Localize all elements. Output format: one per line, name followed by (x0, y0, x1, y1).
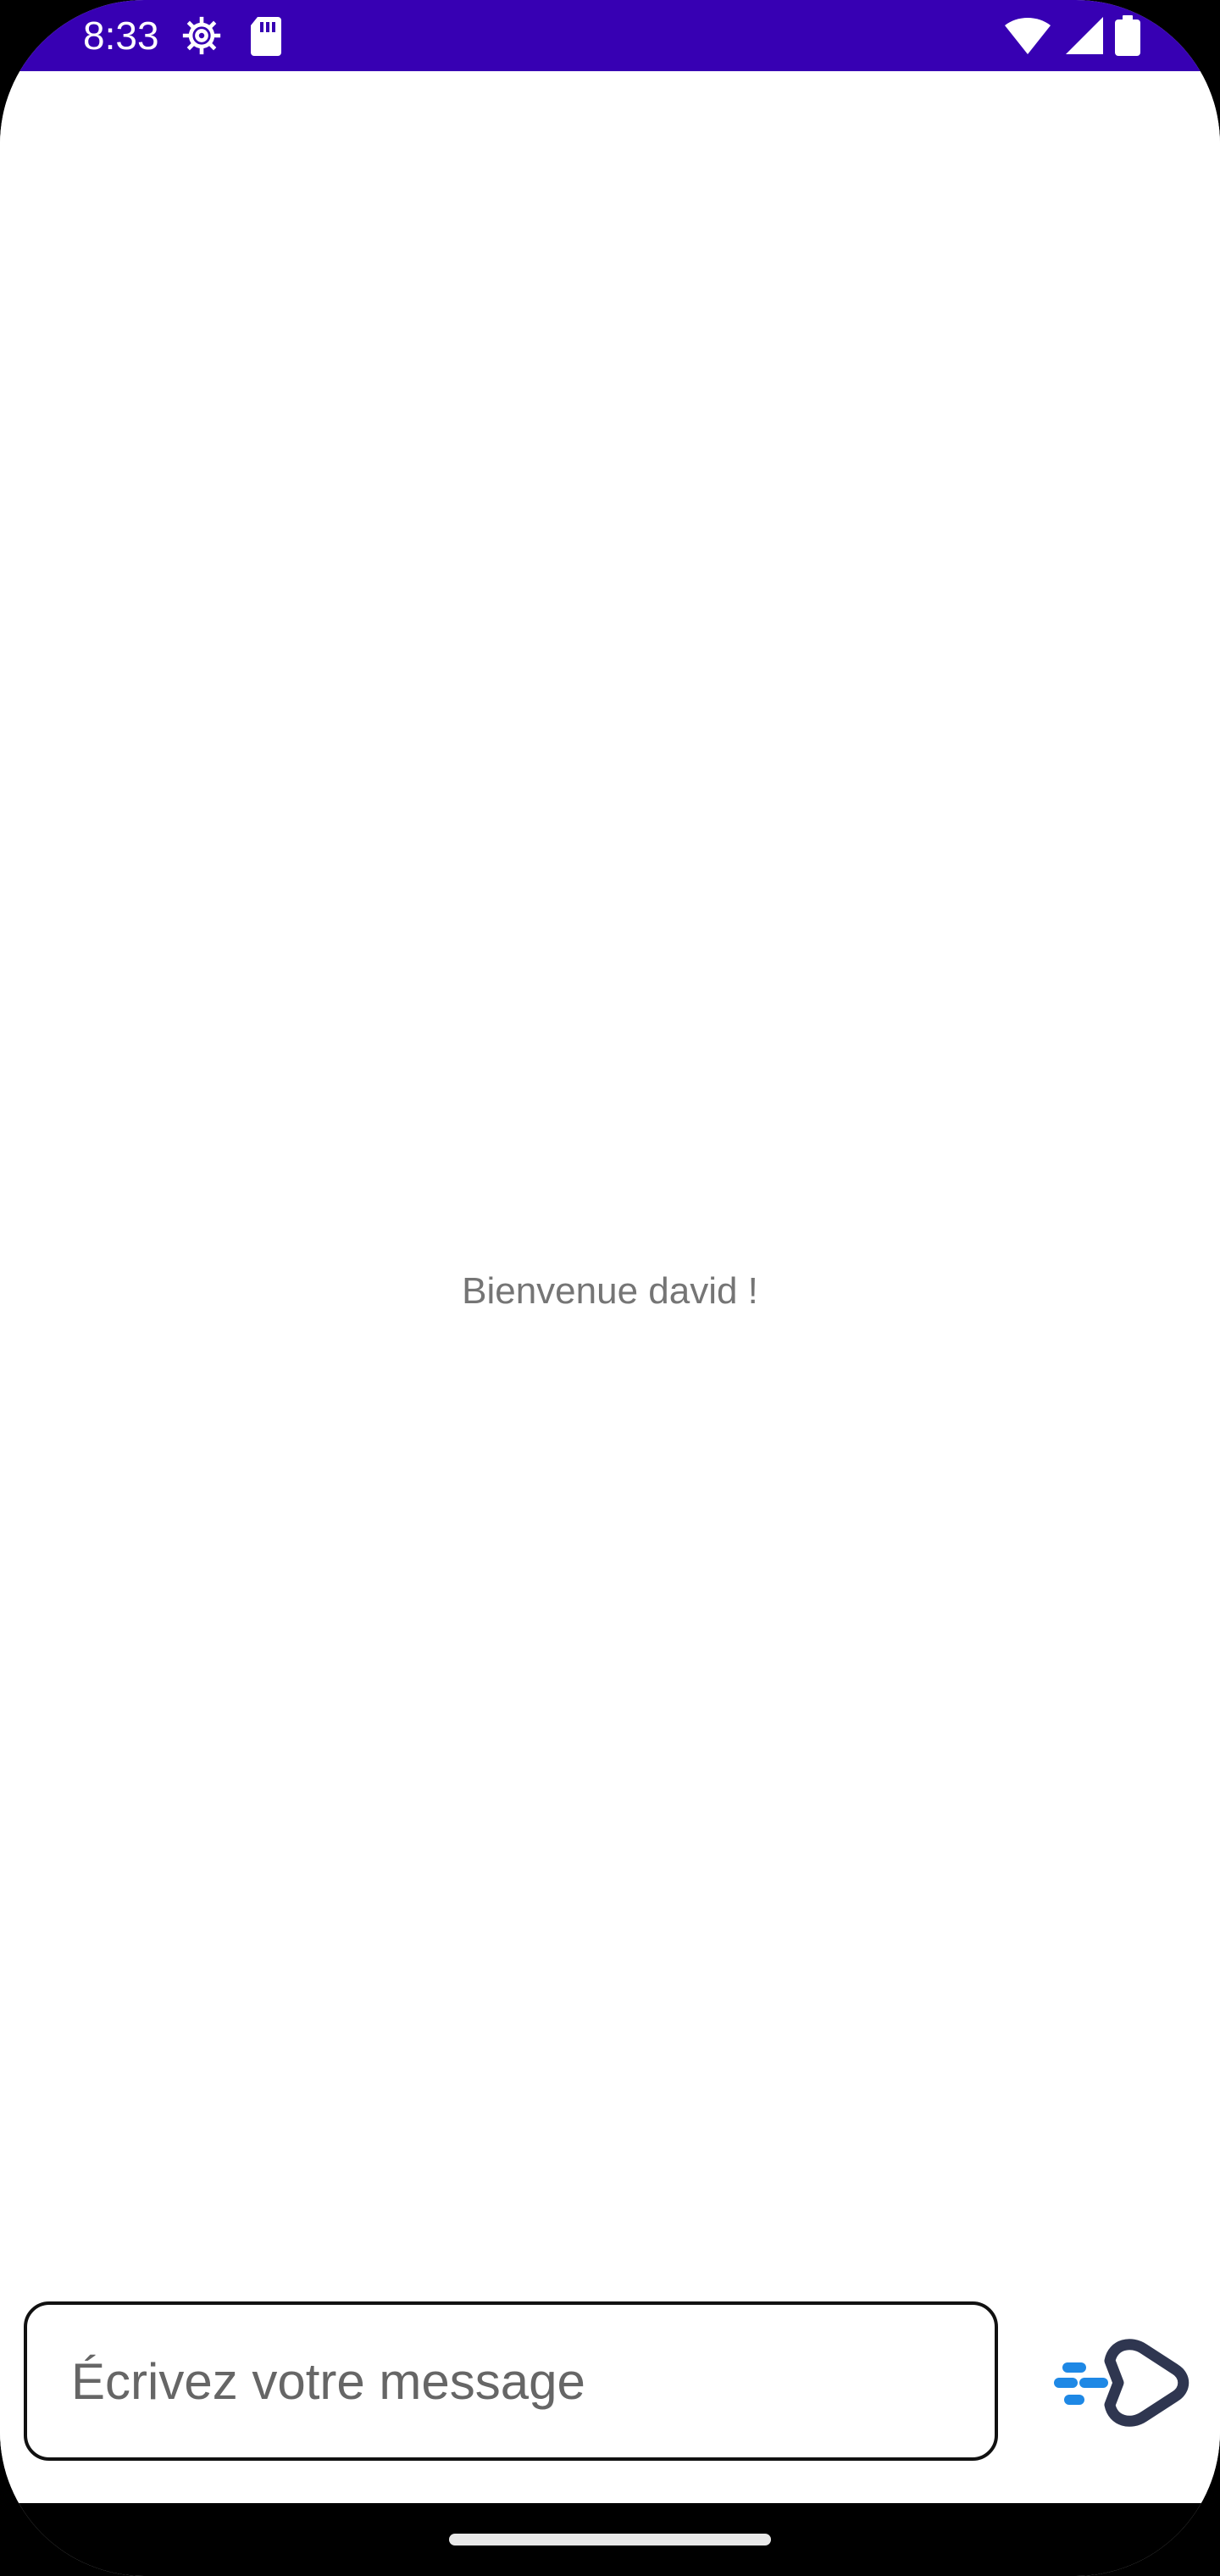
navigation-bar (0, 2503, 1220, 2576)
send-icon[interactable] (1052, 2325, 1196, 2440)
status-time: 8:33 (83, 14, 159, 58)
wifi-icon (1005, 18, 1051, 54)
message-composer (0, 2301, 1220, 2468)
message-input[interactable] (24, 2301, 998, 2461)
status-bar: 8:33 (0, 0, 1220, 71)
settings-icon (182, 16, 221, 55)
home-indicator[interactable] (449, 2534, 771, 2545)
welcome-message: Bienvenue david ! (462, 1270, 758, 1312)
chat-content: Bienvenue david ! (0, 71, 1220, 2503)
cellular-signal-icon (1066, 17, 1103, 54)
sd-card-icon (251, 17, 281, 56)
app-screen: 8:33 Bienvenue david ! Écrivez votre mes… (0, 0, 1220, 2576)
battery-icon (1115, 15, 1140, 56)
